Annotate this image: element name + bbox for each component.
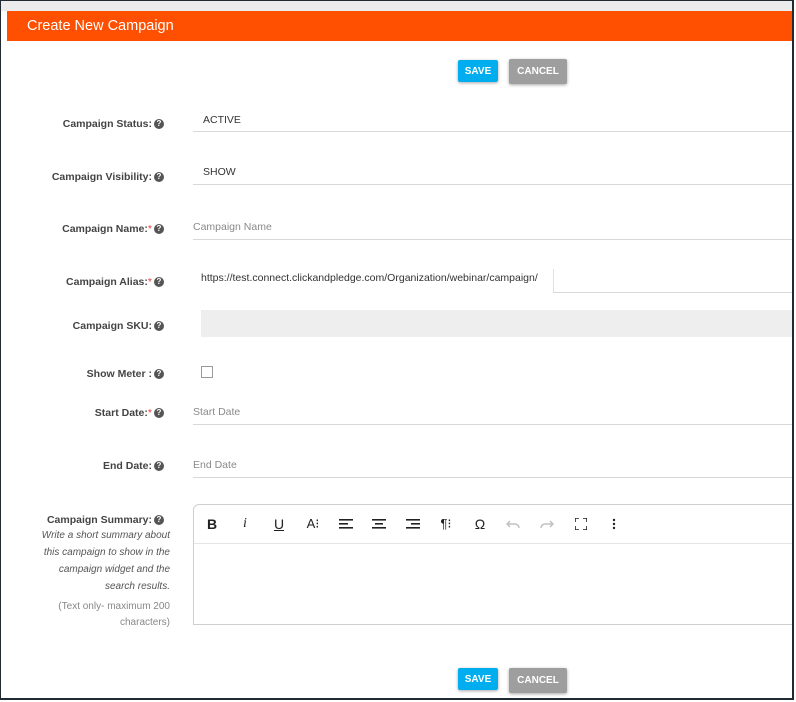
campaign-alias-label: Campaign Alias: * ? [66,276,164,288]
special-character-icon[interactable]: Ω [469,513,491,535]
align-right-icon[interactable] [402,513,424,535]
help-icon[interactable]: ? [154,277,164,287]
create-campaign-panel: Create New Campaign SAVE CANCEL Campaign… [0,0,794,700]
campaign-status-label: Campaign Status: ? [63,118,164,130]
top-strip [1,1,792,11]
campaign-status-select[interactable]: ACTIVE [193,109,792,132]
help-icon[interactable]: ? [154,369,164,379]
paragraph-format-icon[interactable]: ¶⁝ [435,513,457,535]
campaign-summary-label: Campaign Summary: ? [47,514,164,526]
editor-content-area[interactable] [194,544,792,624]
cancel-button-top[interactable]: CANCEL [509,59,567,84]
cancel-button-bottom[interactable]: CANCEL [509,668,567,693]
campaign-summary-limit-note: (Text only- maximum 200 characters) [58,601,170,628]
save-button-bottom[interactable]: SAVE [458,668,498,690]
page-header: Create New Campaign [7,11,792,41]
campaign-sku-input [201,310,792,337]
underline-icon[interactable]: U [268,513,290,535]
help-icon[interactable]: ? [154,461,164,471]
redo-icon[interactable] [536,513,558,535]
bold-icon[interactable]: B [201,513,223,535]
campaign-sku-label: Campaign SKU: ? [73,320,164,332]
help-icon[interactable]: ? [154,224,164,234]
start-date-input[interactable]: Start Date [193,401,792,425]
page-title: Create New Campaign [27,18,174,34]
fullscreen-icon[interactable] [570,513,592,535]
align-left-icon[interactable] [335,513,357,535]
show-meter-checkbox[interactable] [201,366,213,378]
italic-icon[interactable]: i [234,513,256,535]
editor-toolbar: B i U A⁝ ¶⁝ Ω [194,505,792,544]
start-date-label: Start Date: * ? [95,407,164,419]
rich-text-editor: B i U A⁝ ¶⁝ Ω [193,504,792,625]
campaign-visibility-label: Campaign Visibility: ? [52,171,164,183]
align-center-icon[interactable] [368,513,390,535]
campaign-summary-help-text: Write a short summary about this campaig… [41,530,170,592]
undo-icon[interactable] [502,513,524,535]
campaign-alias-prefix: https://test.connect.clickandpledge.com/… [201,272,538,284]
save-button-top[interactable]: SAVE [458,60,498,82]
help-icon[interactable]: ? [154,321,164,331]
end-date-input[interactable]: End Date [193,454,792,478]
help-icon[interactable]: ? [154,119,164,129]
help-icon[interactable]: ? [154,515,164,525]
campaign-alias-input[interactable] [553,269,792,293]
font-size-icon[interactable]: A⁝ [302,513,324,535]
more-icon[interactable] [603,513,625,535]
campaign-name-input[interactable]: Campaign Name [193,216,792,240]
campaign-visibility-select[interactable]: SHOW [193,161,792,185]
campaign-name-label: Campaign Name: * ? [62,223,164,235]
show-meter-label: Show Meter : ? [87,368,164,380]
help-icon[interactable]: ? [154,172,164,182]
help-icon[interactable]: ? [154,408,164,418]
end-date-label: End Date: ? [103,460,164,472]
